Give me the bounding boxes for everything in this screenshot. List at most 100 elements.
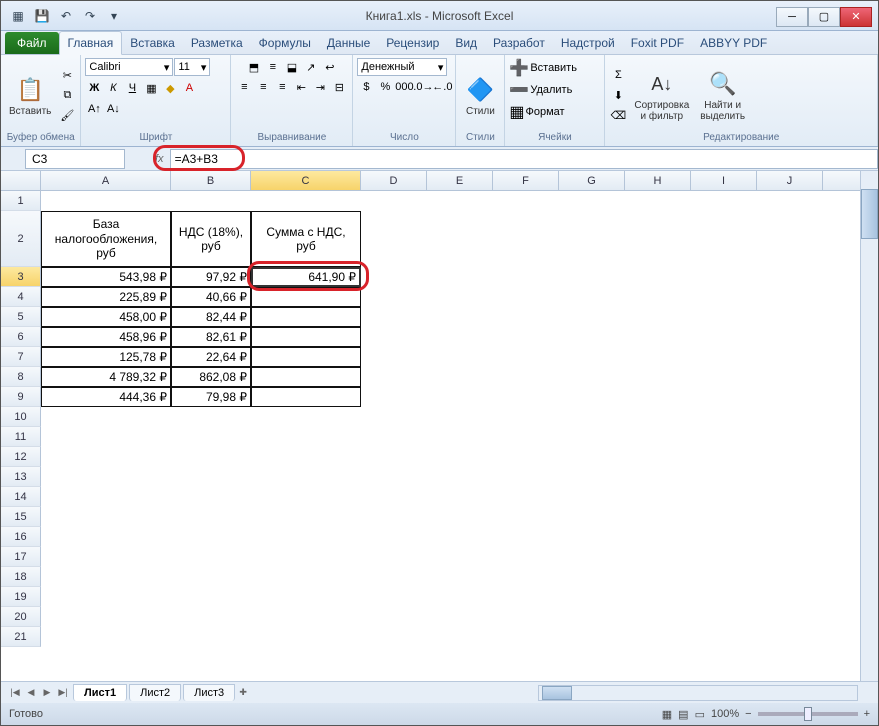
new-sheet-icon[interactable]: ✚ bbox=[235, 685, 251, 701]
fx-icon[interactable]: fx bbox=[155, 153, 164, 165]
cell-c9[interactable] bbox=[251, 387, 361, 407]
font-color-button[interactable]: A bbox=[180, 79, 198, 97]
colhead-g[interactable]: G bbox=[559, 171, 625, 190]
close-button[interactable]: ✕ bbox=[840, 7, 872, 27]
copy-icon[interactable]: ⧉ bbox=[58, 86, 76, 104]
sheet-tab-1[interactable]: Лист1 bbox=[73, 684, 127, 701]
align-middle-icon[interactable]: ≡ bbox=[264, 58, 282, 76]
zoom-out-icon[interactable]: − bbox=[745, 708, 751, 720]
align-center-icon[interactable]: ≡ bbox=[254, 78, 272, 96]
colhead-j[interactable]: J bbox=[757, 171, 823, 190]
rowhead-19[interactable]: 19 bbox=[1, 587, 41, 607]
font-name-combo[interactable]: Calibri▾ bbox=[85, 58, 173, 76]
rowhead-8[interactable]: 8 bbox=[1, 367, 41, 387]
view-layout-icon[interactable]: ▤ bbox=[678, 708, 688, 721]
format-painter-icon[interactable]: 🖌 bbox=[58, 106, 76, 124]
percent-icon[interactable]: % bbox=[376, 78, 394, 96]
rowhead-18[interactable]: 18 bbox=[1, 567, 41, 587]
cell-a8[interactable]: 4 789,32 ₽ bbox=[41, 367, 171, 387]
cell-b8[interactable]: 862,08 ₽ bbox=[171, 367, 251, 387]
cell-a6[interactable]: 458,96 ₽ bbox=[41, 327, 171, 347]
grow-font-icon[interactable]: A↑ bbox=[85, 100, 103, 118]
colhead-a[interactable]: A bbox=[41, 171, 171, 190]
indent-increase-icon[interactable]: ⇥ bbox=[311, 78, 329, 96]
rowhead-7[interactable]: 7 bbox=[1, 347, 41, 367]
rowhead-2[interactable]: 2 bbox=[1, 211, 41, 267]
currency-icon[interactable]: $ bbox=[357, 78, 375, 96]
underline-button[interactable]: Ч bbox=[123, 79, 141, 97]
sheet-tab-3[interactable]: Лист3 bbox=[183, 684, 235, 701]
comma-icon[interactable]: 000 bbox=[395, 78, 413, 96]
cut-icon[interactable]: ✂ bbox=[58, 66, 76, 84]
colhead-c[interactable]: C bbox=[251, 171, 361, 190]
paste-button[interactable]: 📋 Вставить bbox=[5, 72, 55, 119]
vertical-scrollbar[interactable] bbox=[860, 171, 878, 681]
rowhead-6[interactable]: 6 bbox=[1, 327, 41, 347]
sheet-nav-first-icon[interactable]: |◀ bbox=[7, 685, 23, 701]
sheet-nav-prev-icon[interactable]: ◀ bbox=[23, 685, 39, 701]
sheet-tab-2[interactable]: Лист2 bbox=[129, 684, 181, 701]
colhead-e[interactable]: E bbox=[427, 171, 493, 190]
rowhead-21[interactable]: 21 bbox=[1, 627, 41, 647]
tab-view[interactable]: Вид bbox=[447, 32, 485, 54]
autosum-icon[interactable]: Σ bbox=[609, 66, 627, 84]
tab-data[interactable]: Данные bbox=[319, 32, 378, 54]
rowhead-15[interactable]: 15 bbox=[1, 507, 41, 527]
cell-a9[interactable]: 444,36 ₽ bbox=[41, 387, 171, 407]
bold-button[interactable]: Ж bbox=[85, 79, 103, 97]
tab-developer[interactable]: Разработ bbox=[485, 32, 553, 54]
find-select-button[interactable]: 🔍 Найти и выделить bbox=[696, 66, 749, 124]
tab-formulas[interactable]: Формулы bbox=[251, 32, 319, 54]
rowhead-14[interactable]: 14 bbox=[1, 487, 41, 507]
tab-file[interactable]: Файл bbox=[5, 32, 59, 54]
wrap-text-icon[interactable]: ↩ bbox=[321, 58, 339, 76]
name-box[interactable]: C3 bbox=[25, 149, 125, 169]
decrease-decimal-icon[interactable]: ←.0 bbox=[433, 78, 451, 96]
increase-decimal-icon[interactable]: .0→ bbox=[414, 78, 432, 96]
cell-c7[interactable] bbox=[251, 347, 361, 367]
qat-dropdown-icon[interactable]: ▾ bbox=[103, 5, 125, 27]
cell-b9[interactable]: 79,98 ₽ bbox=[171, 387, 251, 407]
fill-color-button[interactable]: ◆ bbox=[161, 79, 179, 97]
redo-icon[interactable]: ↷ bbox=[79, 5, 101, 27]
maximize-button[interactable]: ▢ bbox=[808, 7, 840, 27]
hscroll-thumb[interactable] bbox=[542, 686, 572, 700]
cell-c4[interactable] bbox=[251, 287, 361, 307]
align-right-icon[interactable]: ≡ bbox=[273, 78, 291, 96]
cell-c5[interactable] bbox=[251, 307, 361, 327]
colhead-d[interactable]: D bbox=[361, 171, 427, 190]
cell-a5[interactable]: 458,00 ₽ bbox=[41, 307, 171, 327]
cell-b5[interactable]: 82,44 ₽ bbox=[171, 307, 251, 327]
view-normal-icon[interactable]: ▦ bbox=[662, 708, 672, 721]
number-format-combo[interactable]: Денежный▾ bbox=[357, 58, 447, 76]
undo-icon[interactable]: ↶ bbox=[55, 5, 77, 27]
formula-input[interactable]: =A3+B3 bbox=[170, 149, 878, 169]
rowhead-20[interactable]: 20 bbox=[1, 607, 41, 627]
tab-review[interactable]: Рецензир bbox=[378, 32, 447, 54]
tab-layout[interactable]: Разметка bbox=[183, 32, 251, 54]
cell-a2[interactable]: База налогообложения, руб bbox=[41, 211, 171, 267]
zoom-level[interactable]: 100% bbox=[711, 708, 739, 720]
zoom-thumb[interactable] bbox=[804, 707, 812, 721]
border-button[interactable]: ▦ bbox=[142, 79, 160, 97]
indent-decrease-icon[interactable]: ⇤ bbox=[292, 78, 310, 96]
sheet-nav-last-icon[interactable]: ▶| bbox=[55, 685, 71, 701]
colhead-i[interactable]: I bbox=[691, 171, 757, 190]
orientation-icon[interactable]: ↗ bbox=[302, 58, 320, 76]
tab-abbyy[interactable]: ABBYY PDF bbox=[692, 32, 775, 54]
worksheet-grid[interactable]: A B C D E F G H I J 1 2 3 4 5 6 7 8 9 10… bbox=[1, 171, 878, 681]
view-break-icon[interactable]: ▭ bbox=[695, 708, 705, 721]
tab-foxit[interactable]: Foxit PDF bbox=[623, 32, 692, 54]
align-bottom-icon[interactable]: ⬓ bbox=[283, 58, 301, 76]
italic-button[interactable]: К bbox=[104, 79, 122, 97]
sort-filter-button[interactable]: A↓ Сортировка и фильтр bbox=[630, 66, 693, 124]
cell-b3[interactable]: 97,92 ₽ bbox=[171, 267, 251, 287]
colhead-f[interactable]: F bbox=[493, 171, 559, 190]
rowhead-13[interactable]: 13 bbox=[1, 467, 41, 487]
cell-b2[interactable]: НДС (18%), руб bbox=[171, 211, 251, 267]
cell-b6[interactable]: 82,61 ₽ bbox=[171, 327, 251, 347]
colhead-h[interactable]: H bbox=[625, 171, 691, 190]
cell-a3[interactable]: 543,98 ₽ bbox=[41, 267, 171, 287]
font-size-combo[interactable]: 11▾ bbox=[174, 58, 210, 76]
fill-icon[interactable]: ⬇ bbox=[609, 86, 627, 104]
